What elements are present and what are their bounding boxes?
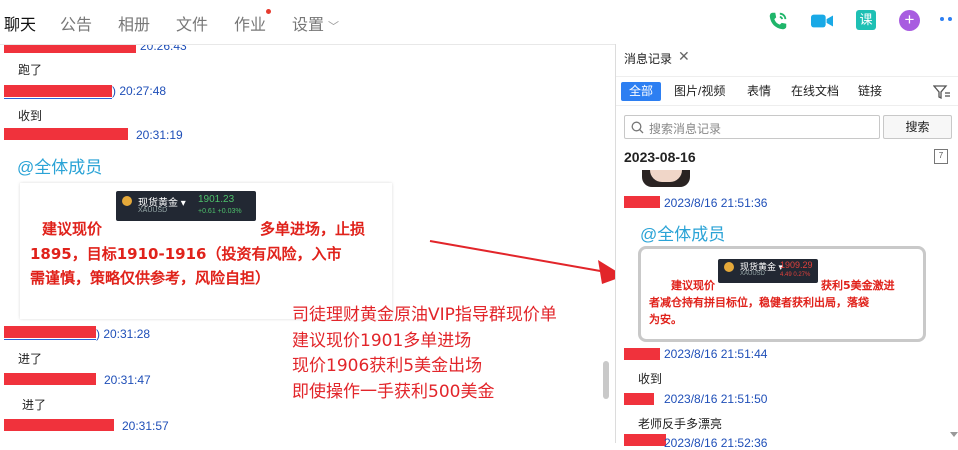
top-bar: 聊天 公告 相册 文件 作业 设置 ﹀ 课 + bbox=[0, 0, 958, 44]
filter-all[interactable]: 全部 bbox=[621, 82, 662, 101]
result-text-b: 获利5美金激进 bbox=[821, 279, 895, 292]
redacted-name bbox=[4, 45, 136, 53]
unread-dot bbox=[266, 9, 272, 14]
message-time: 20:31:47 bbox=[104, 373, 151, 387]
message-text: 老师反手多漂亮 bbox=[638, 417, 723, 431]
filter-media[interactable]: 图片/视频 bbox=[674, 82, 725, 101]
trade-signal-image[interactable]: 现货黄金 ▾ XAUUSD 1901.23 +0.61 +0.03% 建议现价 … bbox=[20, 183, 392, 319]
quote-code: XAUUSD bbox=[740, 271, 766, 277]
tab-homework-label: 作业 bbox=[234, 17, 267, 34]
result-text-a: 建议现价 bbox=[671, 279, 715, 292]
name-underline bbox=[4, 339, 96, 340]
overlay-line-3: 现价1906获利5美金出场 bbox=[292, 356, 483, 376]
signal-text-2: 1895，目标1910-1916（投资有风险，入市 bbox=[30, 245, 342, 263]
panel-tab-title[interactable]: 消息记录 bbox=[624, 50, 672, 67]
overlay-caption: 司徒理财黄金原油VIP指导群现价单 建议现价1901多单进场 现价1906获利5… bbox=[292, 303, 557, 405]
name-underline bbox=[4, 98, 112, 99]
close-icon[interactable]: ✕ bbox=[678, 48, 690, 65]
message-time: 2023/8/16 21:52:36 bbox=[664, 436, 768, 450]
mention-all[interactable]: @全体成员 bbox=[17, 153, 102, 178]
arrow-icon bbox=[429, 240, 624, 284]
tab-settings-label: 设置 bbox=[292, 17, 325, 34]
signal-text-3: 需谨慎，策略仅供参考，风险自担） bbox=[30, 269, 271, 287]
redacted-name bbox=[4, 373, 96, 385]
avatar[interactable] bbox=[642, 170, 690, 187]
overlay-line-4: 即使操作一手获利500美金 bbox=[292, 381, 495, 402]
search-button[interactable]: 搜索 bbox=[883, 115, 952, 139]
voice-call-icon[interactable] bbox=[767, 10, 789, 32]
message-time: 20:26:43 bbox=[140, 44, 187, 53]
mention-all[interactable]: @全体成员 bbox=[640, 220, 725, 245]
calendar-icon[interactable]: 7 bbox=[934, 149, 948, 164]
message-time: 2023/8/16 21:51:50 bbox=[664, 392, 768, 406]
message-text: 跑了 bbox=[18, 63, 43, 77]
gold-quote-widget: 现货黄金 ▾ XAUUSD 1909.29 4.49 0.27% bbox=[718, 259, 818, 283]
filter-stickers[interactable]: 表情 bbox=[747, 82, 771, 101]
result-text-2: 者减仓持有拼目标位，稳健者获利出局，落袋 bbox=[649, 296, 869, 309]
video-call-icon[interactable] bbox=[810, 10, 834, 32]
message-time: 20:31:57 bbox=[122, 419, 169, 433]
message-time: 20:31:19 bbox=[136, 128, 183, 142]
search-icon bbox=[631, 121, 644, 134]
message-time: ) 20:27:48 bbox=[112, 84, 167, 98]
redacted-name bbox=[4, 419, 114, 431]
redacted-name bbox=[624, 348, 660, 360]
message-text: 进了 bbox=[22, 398, 47, 412]
message-time: 2023/8/16 21:51:44 bbox=[664, 347, 768, 361]
search-input[interactable]: 搜索消息记录 bbox=[624, 115, 880, 139]
overlay-line-2: 建议现价1901多单进场 bbox=[292, 330, 472, 351]
trade-result-image[interactable]: 现货黄金 ▾ XAUUSD 1909.29 4.49 0.27% 建议现价 获利… bbox=[638, 246, 926, 342]
course-icon[interactable]: 课 bbox=[856, 10, 876, 30]
chat-scrollbar[interactable] bbox=[603, 361, 609, 399]
scroll-down-icon[interactable] bbox=[950, 432, 958, 437]
quote-change: 4.49 0.27% bbox=[780, 272, 811, 278]
tab-chat[interactable]: 聊天 bbox=[4, 11, 36, 35]
tab-settings[interactable]: 设置 ﹀ bbox=[292, 11, 339, 35]
redacted-name bbox=[4, 326, 96, 338]
message-time: 2023/8/16 21:51:36 bbox=[664, 196, 768, 210]
redacted-name bbox=[624, 196, 660, 208]
redacted-name bbox=[624, 434, 666, 446]
redacted-name bbox=[624, 393, 654, 405]
search-placeholder: 搜索消息记录 bbox=[649, 122, 722, 136]
message-text: 收到 bbox=[18, 109, 43, 123]
calendar-day: 7 bbox=[938, 151, 944, 160]
gold-coin-icon bbox=[724, 262, 734, 272]
message-time: ) 20:31:28 bbox=[96, 327, 151, 341]
gold-coin-icon bbox=[122, 196, 132, 206]
quote-price: 1909.29 bbox=[780, 260, 813, 270]
redacted-name bbox=[4, 85, 112, 97]
quote-price: 1901.23 bbox=[198, 194, 235, 205]
chevron-down-icon: ﹀ bbox=[328, 21, 340, 33]
more-icon[interactable] bbox=[938, 14, 956, 24]
overlay-line-1: 司徒理财黄金原油VIP指导群现价单 bbox=[292, 305, 557, 325]
filter-links[interactable]: 链接 bbox=[858, 82, 882, 101]
tab-announcement[interactable]: 公告 bbox=[60, 11, 92, 35]
signal-text-b: 多单进场，止损 bbox=[260, 220, 366, 238]
message-text: 收到 bbox=[638, 372, 663, 386]
quote-change: +0.61 +0.03% bbox=[198, 208, 242, 215]
result-text-3: 为安。 bbox=[649, 313, 682, 326]
filter-docs[interactable]: 在线文档 bbox=[791, 82, 839, 101]
course-icon-label: 课 bbox=[859, 12, 873, 27]
signal-text-a: 建议现价 bbox=[42, 220, 103, 238]
filter-icon[interactable] bbox=[933, 84, 951, 100]
message-text: 进了 bbox=[18, 352, 43, 366]
quote-code: XAUUSD bbox=[138, 207, 168, 214]
add-app-icon[interactable]: + bbox=[899, 10, 920, 31]
redacted-name bbox=[4, 128, 128, 140]
gold-quote-widget: 现货黄金 ▾ XAUUSD 1901.23 +0.61 +0.03% bbox=[116, 191, 256, 221]
message-history-panel: 消息记录 ✕ 全部 图片/视频 表情 在线文档 链接 搜索消息记录 搜索 202… bbox=[615, 44, 958, 450]
filter-bar: 全部 图片/视频 表情 在线文档 链接 bbox=[616, 76, 958, 106]
tab-album[interactable]: 相册 bbox=[118, 11, 150, 35]
tab-homework[interactable]: 作业 bbox=[234, 9, 272, 35]
tab-files[interactable]: 文件 bbox=[176, 11, 208, 35]
date-header: 2023-08-16 bbox=[624, 149, 696, 165]
